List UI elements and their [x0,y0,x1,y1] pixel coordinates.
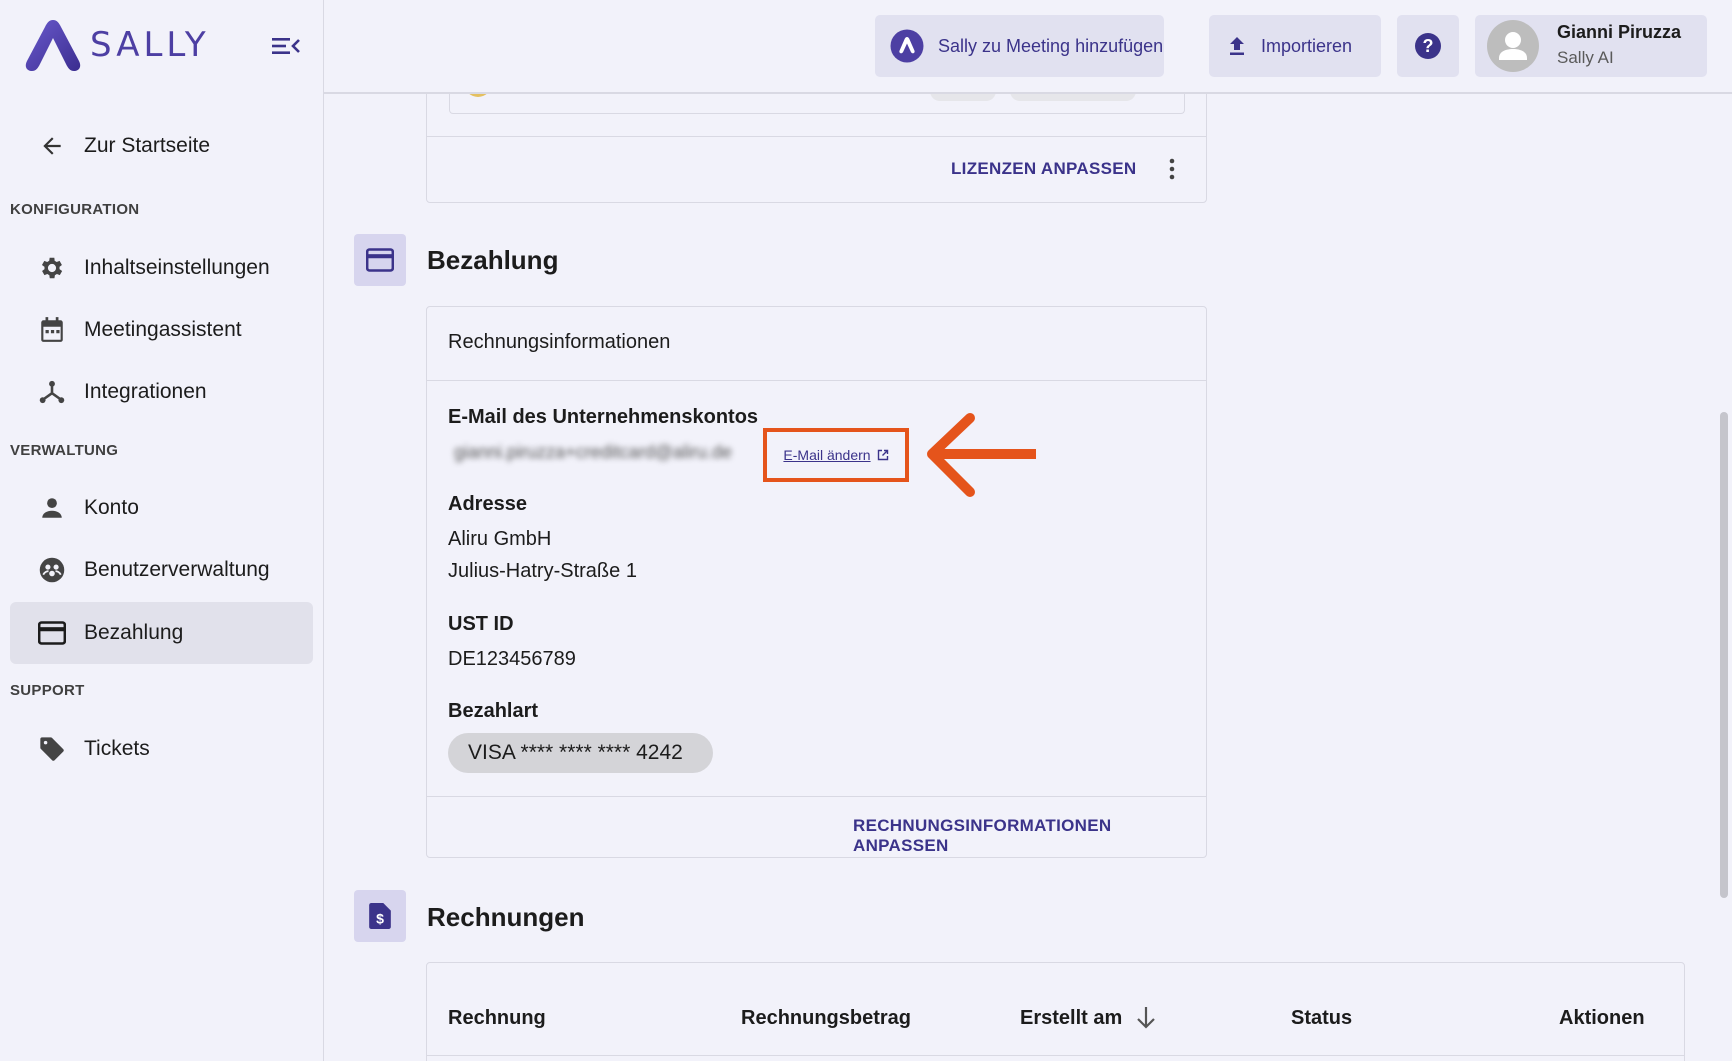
nav-back-home-label: Zur Startseite [84,134,211,157]
billing-section-icon [354,234,406,286]
sidebar-item-user-management[interactable]: Benutzerverwaltung [10,539,313,601]
company-email-value: gianni.piruzza+creditcard@aliru.de [454,442,732,462]
table-header-divider [427,1055,1684,1056]
sidebar-item-label: Bezahlung [84,621,184,644]
column-header-actions: Aktionen [1559,1007,1645,1029]
section-label-admin: VERWALTUNG [10,442,119,459]
calendar-icon [28,306,76,354]
collapse-menu-icon[interactable] [272,34,300,58]
tag-icon [28,725,76,773]
invoices-section-icon: $ [354,890,406,942]
sidebar-item-billing[interactable]: Bezahlung [10,602,313,664]
billing-section-title: Bezahlung [427,245,559,275]
person-icon [28,484,76,532]
column-header-amount[interactable]: Rechnungsbetrag [741,1007,911,1030]
divider [427,796,1206,797]
divider [427,380,1206,381]
sally-logo[interactable]: SALLY [24,18,210,72]
arrow-annotation-icon [927,413,1036,497]
user-name: Gianni Piruzza [1557,22,1682,42]
email-change-highlight: E-Mail ändern [763,428,909,482]
sidebar-item-label: Benutzerverwaltung [84,558,270,581]
column-header-invoice[interactable]: Rechnung [448,1007,546,1030]
column-header-created[interactable]: Erstellt am [1020,1007,1122,1030]
company-email-label: E-Mail des Unternehmenskontos [448,406,759,428]
section-label-support: SUPPORT [10,682,85,699]
sidebar-item-label: Integrationen [84,380,207,403]
gear-icon [28,244,76,292]
invoice-dollar-icon: $ [369,903,391,929]
divider [427,136,1206,137]
question-circle-icon: ? [1415,33,1441,59]
sidebar-item-label: Tickets [84,737,150,760]
billing-card-header: Rechnungsinformationen [448,331,671,353]
upload-icon [1230,37,1244,55]
credit-card-icon [28,609,76,657]
external-link-icon [877,449,888,461]
add-to-meeting-button[interactable]: Sally zu Meeting hinzufügen [875,15,1164,77]
avatar [1487,20,1539,72]
svg-text:?: ? [1423,36,1434,56]
group-circle-icon [28,546,76,594]
vat-label: UST ID [448,613,514,635]
sidebar-item-meeting-assistant[interactable]: Meetingassistent [10,299,313,361]
import-label: Importieren [1261,35,1353,56]
sally-logo-icon [25,20,81,71]
sidebar-item-account[interactable]: Konto [10,477,313,539]
payment-method-label: Bezahlart [448,700,539,722]
nav-back-home[interactable]: Zur Startseite [10,115,313,177]
sort-descending-icon[interactable] [1134,1005,1158,1031]
top-bar: Sally zu Meeting hinzufügen Importieren … [324,0,1732,94]
adjust-licenses-button[interactable]: LIZENZEN ANPASSEN [951,159,1137,179]
section-label-config: KONFIGURATION [10,201,140,218]
payment-method-chip: VISA **** **** **** 4242 [448,733,713,773]
invoices-section-title: Rechnungen [427,902,585,932]
more-vertical-icon[interactable] [1169,158,1175,180]
address-label: Adresse [448,493,527,515]
column-header-status[interactable]: Status [1291,1007,1352,1030]
sidebar-item-label: Inhaltseinstellungen [84,256,270,279]
arrow-left-icon [28,122,76,170]
page-scrollbar[interactable] [1720,412,1728,898]
import-button[interactable]: Importieren [1209,15,1381,77]
sidebar: SALLY Zur Startseite KONFIGURATION Inhal… [0,0,324,1061]
sidebar-item-content-settings[interactable]: Inhaltseinstellungen [10,237,313,299]
user-organization: Sally AI [1557,48,1614,67]
address-line-2: Julius-Hatry-Straße 1 [448,560,637,582]
address-line-1: Aliru GmbH [448,528,552,550]
help-button[interactable]: ? [1397,15,1459,77]
sidebar-item-label: Meetingassistent [84,318,242,341]
hub-icon [28,368,76,416]
vat-value: DE123456789 [448,648,576,670]
brand-name: SALLY [90,25,210,65]
sidebar-item-integrations[interactable]: Integrationen [10,361,313,423]
credit-card-icon [366,248,394,272]
user-menu-button[interactable]: Gianni Piruzza Sally AI [1475,15,1707,77]
sidebar-item-tickets[interactable]: Tickets [10,718,313,780]
sidebar-item-label: Konto [84,496,139,519]
sally-badge-icon [890,29,924,63]
add-to-meeting-label: Sally zu Meeting hinzufügen [938,35,1164,56]
svg-text:$: $ [376,911,384,927]
change-email-link[interactable]: E-Mail ändern [783,447,870,463]
adjust-billing-info-button[interactable]: RECHNUNGSINFORMATIONEN ANPASSEN [853,816,1206,856]
